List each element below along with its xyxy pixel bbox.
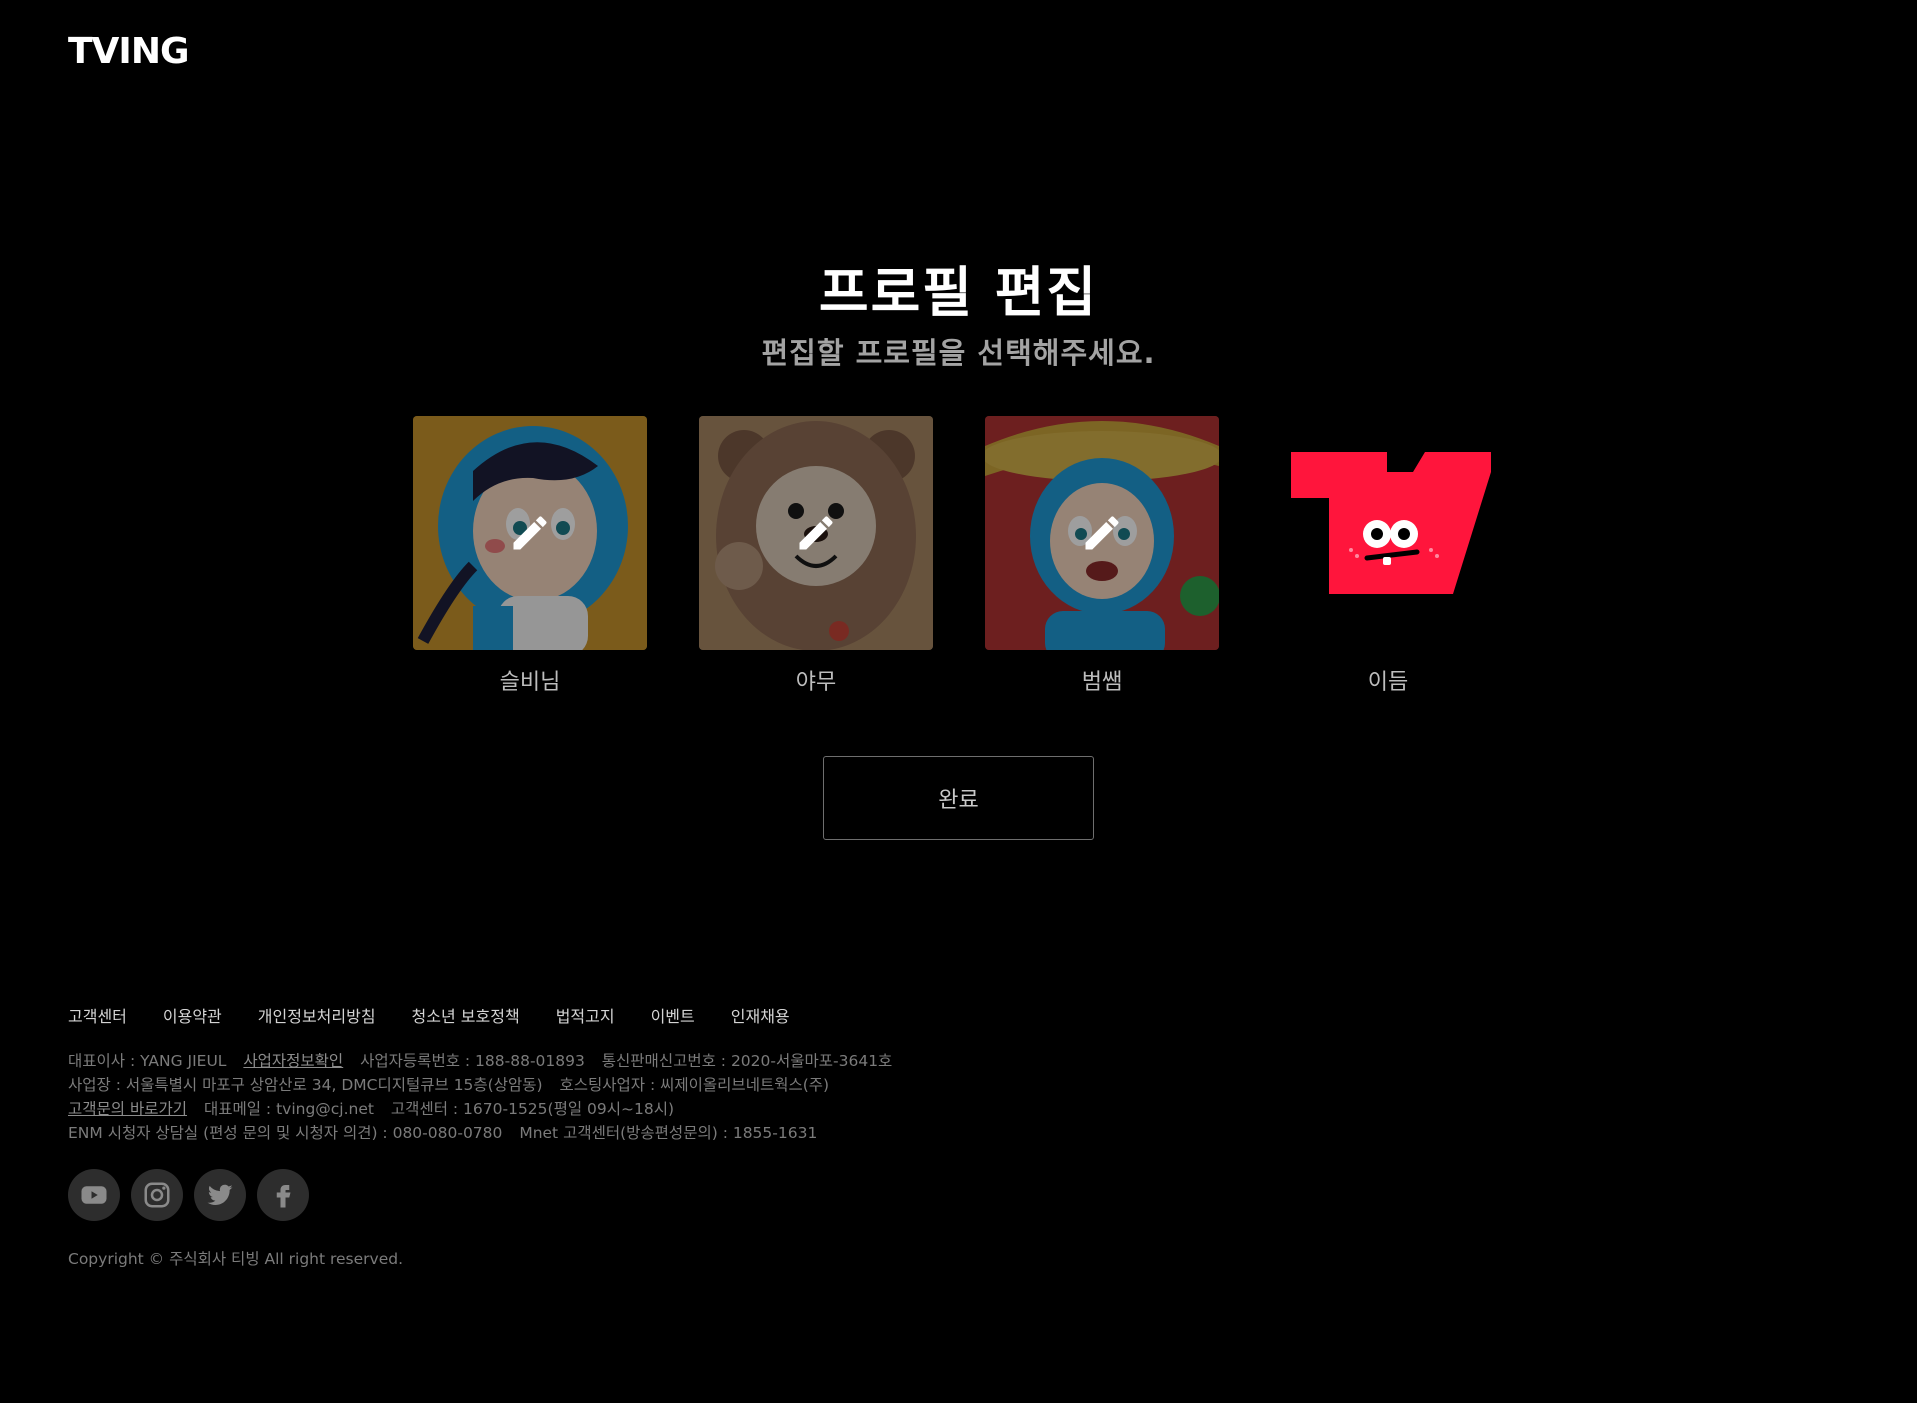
facebook-icon[interactable] xyxy=(257,1169,309,1221)
profile-item[interactable]: 슬비님 xyxy=(413,416,647,696)
pencil-icon xyxy=(1085,516,1119,550)
company-info: 대표이사 : YANG JIEUL 사업자정보확인 사업자등록번호 : 188-… xyxy=(68,1049,1848,1145)
footer-link-youth-protection[interactable]: 청소년 보호정책 xyxy=(412,1003,520,1027)
profile-name: 야무 xyxy=(795,670,837,695)
footer-link-terms[interactable]: 이용약관 xyxy=(163,1003,222,1027)
footer-link-privacy-policy[interactable]: 개인정보처리방침 xyxy=(258,1003,376,1027)
logo-text: TVING xyxy=(68,31,189,68)
footer-link-customer-center[interactable]: 고객센터 xyxy=(68,1003,127,1027)
profile-name: 슬비님 xyxy=(499,670,561,695)
profile-avatar[interactable] xyxy=(1271,416,1505,650)
instagram-icon[interactable] xyxy=(131,1169,183,1221)
tving-mascot-icon xyxy=(1271,416,1505,650)
footer-link-legal-notice[interactable]: 법적고지 xyxy=(556,1003,615,1027)
pencil-icon xyxy=(799,516,833,550)
contact-link[interactable]: 고객문의 바로가기 xyxy=(68,1100,187,1118)
biz-reg-number: 사업자등록번호 : 188-88-01893 xyxy=(360,1052,585,1070)
ceo-info: 대표이사 : YANG JIEUL xyxy=(68,1052,227,1070)
profile-name: 이듬 xyxy=(1367,670,1409,695)
mnet-info: Mnet 고객센터(방송편성문의) : 1855-1631 xyxy=(519,1124,818,1142)
twitter-icon[interactable] xyxy=(194,1169,246,1221)
address-info: 사업장 : 서울특별시 마포구 상암산로 34, DMC디지털큐브 15층(상암… xyxy=(68,1076,543,1094)
tving-logo[interactable]: TVING xyxy=(68,30,203,68)
email-info: 대표메일 : tving@cj.net xyxy=(203,1100,374,1118)
footer: 고객센터 이용약관 개인정보처리방침 청소년 보호정책 법적고지 이벤트 인재채… xyxy=(68,1003,1848,1269)
hosting-info: 호스팅사업자 : 씨제이올리브네트웍스(주) xyxy=(559,1076,830,1094)
profile-name: 범쌤 xyxy=(1081,670,1123,695)
copyright: Copyright © 주식회사 티빙 All right reserved. xyxy=(68,1250,404,1268)
footer-link-events[interactable]: 이벤트 xyxy=(651,1003,695,1027)
social-links xyxy=(68,1169,1848,1221)
mail-order-number: 통신판매신고번호 : 2020-서울마포-3641호 xyxy=(601,1052,893,1070)
profile-avatar[interactable] xyxy=(413,416,647,650)
profile-list: 슬비님 야무 범쌤 이듬 xyxy=(0,416,1917,696)
profile-avatar[interactable] xyxy=(985,416,1219,650)
profile-item[interactable]: 이듬 xyxy=(1271,416,1505,696)
profile-item[interactable]: 야무 xyxy=(699,416,933,696)
page-subtitle: 편집할 프로필을 선택해주세요. xyxy=(761,336,1156,370)
footer-link-careers[interactable]: 인재채용 xyxy=(731,1003,790,1027)
enm-info: ENM 시청자 상담실 (편성 문의 및 시청자 의견) : 080-080-0… xyxy=(68,1124,503,1142)
profile-avatar[interactable] xyxy=(699,416,933,650)
biz-info-link[interactable]: 사업자정보확인 xyxy=(243,1052,343,1070)
pencil-icon xyxy=(513,516,547,550)
profile-item[interactable]: 범쌤 xyxy=(985,416,1219,696)
cs-center-info: 고객센터 : 1670-1525(평일 09시~18시) xyxy=(390,1100,675,1118)
done-button[interactable]: 완료 xyxy=(823,756,1094,840)
page-title: 프로필 편집 xyxy=(818,261,1099,324)
footer-links: 고객센터 이용약관 개인정보처리방침 청소년 보호정책 법적고지 이벤트 인재채… xyxy=(68,1003,1848,1027)
youtube-icon[interactable] xyxy=(68,1169,120,1221)
